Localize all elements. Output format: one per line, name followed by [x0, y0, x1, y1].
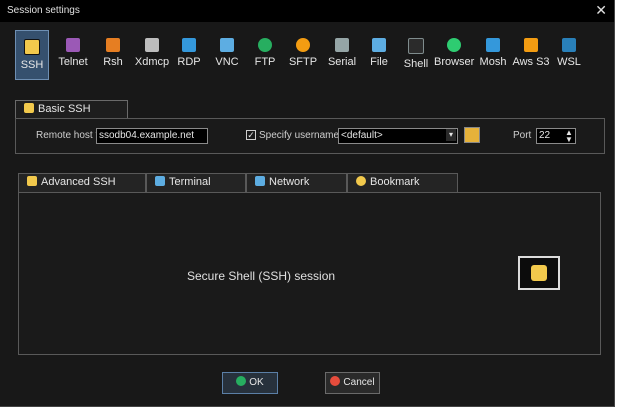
- session-type-rsh[interactable]: Rsh: [97, 30, 129, 80]
- session-type-label: SSH: [20, 59, 44, 71]
- session-type-telnet[interactable]: Telnet: [53, 30, 93, 80]
- file-monitor-icon: [372, 38, 386, 52]
- tab-terminal-settings[interactable]: Terminal settings: [146, 173, 246, 205]
- session-type-label: FTP: [254, 56, 276, 68]
- tab-bookmark-settings[interactable]: Bookmark settings: [347, 173, 458, 205]
- session-type-label: Mosh: [479, 56, 507, 68]
- terminal-icon: [155, 176, 165, 186]
- session-type-label: WSL: [557, 56, 581, 68]
- session-type-label: Xdmcp: [134, 56, 170, 68]
- wrench-icon: [106, 38, 120, 52]
- session-settings-window: Session settings ✕ SSH Telnet Rsh Xdmcp …: [0, 0, 615, 407]
- globe-green-icon: [258, 38, 272, 52]
- satellite-icon: [335, 38, 349, 52]
- windows-icon: [562, 38, 576, 52]
- shell-icon: [408, 38, 424, 54]
- cancel-button[interactable]: Cancel: [325, 372, 380, 394]
- session-type-sftp[interactable]: SFTP: [286, 30, 320, 80]
- user-manager-icon[interactable]: [464, 127, 480, 143]
- session-type-ssh[interactable]: SSH: [15, 30, 49, 80]
- session-type-mosh[interactable]: Mosh: [477, 30, 509, 80]
- chevron-down-icon[interactable]: ▾: [446, 129, 456, 141]
- session-type-label: SFTP: [288, 56, 318, 68]
- session-type-label: Shell: [403, 58, 429, 70]
- tab-network-settings[interactable]: Network settings: [246, 173, 347, 205]
- x-display-icon: [145, 38, 159, 52]
- session-type-rdp[interactable]: RDP: [173, 30, 205, 80]
- ok-label: OK: [249, 377, 264, 388]
- tab-basic-ssh-settings[interactable]: Basic SSH settings: [15, 100, 128, 132]
- session-type-label: RDP: [177, 56, 201, 68]
- remote-host-input[interactable]: ssodb04.example.net: [96, 128, 208, 144]
- session-type-serial[interactable]: Serial: [325, 30, 359, 80]
- session-description-panel: Secure Shell (SSH) session: [18, 192, 601, 355]
- session-type-aws-s3[interactable]: Aws S3: [511, 30, 551, 80]
- key-icon: [531, 265, 547, 281]
- remote-host-label: Remote host *: [36, 130, 100, 141]
- tab-advanced-ssh-settings[interactable]: Advanced SSH settings: [18, 173, 146, 205]
- terminal-purple-icon: [66, 38, 80, 52]
- network-icon: [255, 176, 265, 186]
- session-type-label: Rsh: [103, 56, 123, 68]
- session-type-ftp[interactable]: FTP: [249, 30, 281, 80]
- star-icon: [356, 176, 366, 186]
- session-type-wsl[interactable]: WSL: [553, 30, 585, 80]
- session-type-xdmcp[interactable]: Xdmcp: [133, 30, 171, 80]
- specify-username-checkbox[interactable]: ✓: [246, 130, 256, 140]
- satellite-dish-icon: [486, 38, 500, 52]
- ok-button[interactable]: OK: [222, 372, 278, 394]
- port-label: Port: [513, 130, 532, 141]
- session-type-vnc[interactable]: VNC: [211, 30, 243, 80]
- specify-username-label: Specify username: [259, 130, 340, 141]
- session-description-text: Secure Shell (SSH) session: [187, 269, 336, 283]
- ssh-key-badge: [518, 256, 560, 290]
- close-icon[interactable]: ✕: [595, 2, 607, 19]
- aws-cubes-icon: [524, 38, 538, 52]
- session-type-file[interactable]: File: [364, 30, 394, 80]
- earth-icon: [447, 38, 461, 52]
- port-stepper-icon[interactable]: ▲ ▼: [565, 129, 573, 144]
- cancel-icon: [330, 376, 341, 386]
- session-type-label: VNC: [215, 56, 239, 68]
- key-icon: [27, 176, 37, 186]
- session-type-label: Browser: [434, 56, 475, 68]
- key-icon: [24, 103, 34, 113]
- session-type-browser[interactable]: Browser: [434, 30, 474, 80]
- globe-orange-icon: [296, 38, 310, 52]
- session-type-shell[interactable]: Shell: [400, 30, 432, 80]
- username-select[interactable]: <default>: [338, 128, 458, 144]
- window-title: Session settings: [7, 5, 80, 16]
- session-type-label: Serial: [327, 56, 357, 68]
- session-type-label: Aws S3: [512, 56, 550, 68]
- session-type-strip: SSH Telnet Rsh Xdmcp RDP VNC FTP SFTP Se…: [0, 30, 614, 80]
- remote-screen-icon: [220, 38, 234, 52]
- session-type-label: Telnet: [58, 56, 88, 68]
- key-icon: [24, 39, 40, 55]
- session-type-label: File: [370, 56, 388, 68]
- basic-settings-panel: Remote host * ssodb04.example.net ✓ Spec…: [15, 118, 605, 154]
- cancel-label: Cancel: [343, 377, 375, 388]
- title-bar: Session settings ✕: [0, 0, 614, 22]
- monitor-icon: [182, 38, 196, 52]
- check-icon: [236, 376, 247, 386]
